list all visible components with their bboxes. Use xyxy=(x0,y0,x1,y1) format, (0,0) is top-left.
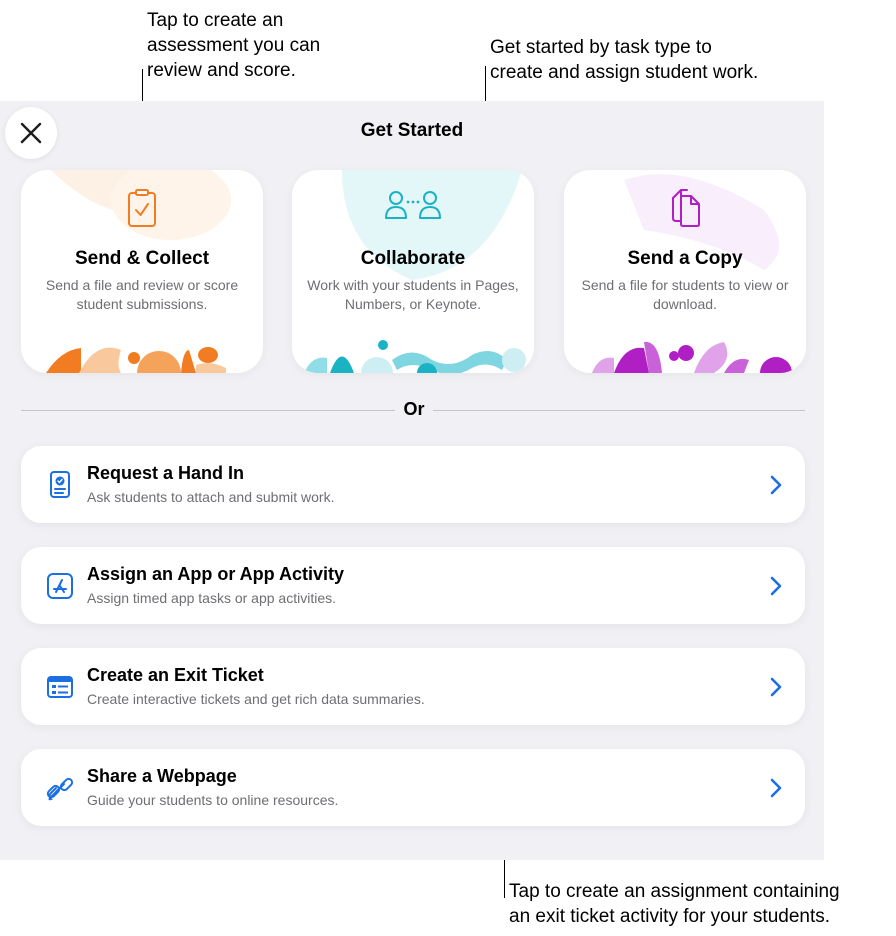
row-subtitle: Create interactive tickets and get rich … xyxy=(87,691,425,707)
send-collect-card[interactable]: Send & Collect Send a file and review or… xyxy=(21,170,263,373)
card-title: Send & Collect xyxy=(74,248,210,269)
card-description: Send a file for students to view or down… xyxy=(581,277,789,312)
or-label: Or xyxy=(403,399,425,419)
send-a-copy-card[interactable]: Send a Copy Send a file for students to … xyxy=(564,170,806,373)
request-hand-in-row[interactable]: Request a Hand In Ask students to attach… xyxy=(21,446,805,523)
app-store-icon xyxy=(47,573,73,599)
checkbox-document-icon xyxy=(128,189,156,227)
share-webpage-row[interactable]: Share a Webpage Guide your students to o… xyxy=(21,749,805,826)
panel-title: Get Started xyxy=(360,120,464,141)
copy-documents-icon xyxy=(672,189,700,227)
assign-app-row[interactable]: Assign an App or App Activity Assign tim… xyxy=(21,547,805,624)
collaborate-card[interactable]: Collaborate Work with your students in P… xyxy=(292,170,534,373)
hand-in-document-icon xyxy=(50,471,70,498)
link-icon xyxy=(46,777,74,801)
callout-exit-ticket: Tap to create an assignment containing a… xyxy=(509,881,840,927)
divider-right xyxy=(433,410,805,411)
get-started-panel: Get Started Send & Collect Send a file a… xyxy=(0,101,824,860)
chevron-right-icon xyxy=(770,778,782,798)
card-title: Send a Copy xyxy=(627,248,743,269)
row-subtitle: Assign timed app tasks or app activities… xyxy=(87,590,337,606)
chevron-right-icon xyxy=(770,677,782,697)
callout-get-started: Get started by task type to create and a… xyxy=(490,37,759,83)
row-title: Share a Webpage xyxy=(87,766,237,786)
chevron-right-icon xyxy=(770,576,782,596)
divider-left xyxy=(21,410,395,411)
card-description: Work with your students in Pages, Number… xyxy=(307,277,519,312)
card-description: Send a file and review or score student … xyxy=(45,277,239,312)
row-subtitle: Ask students to attach and submit work. xyxy=(87,489,335,505)
row-title: Create an Exit Ticket xyxy=(87,665,264,685)
create-exit-ticket-row[interactable]: Create an Exit Ticket Create interactive… xyxy=(21,648,805,725)
card-title: Collaborate xyxy=(360,248,466,269)
people-icon xyxy=(385,191,441,219)
callout-send-collect: Tap to create an assessment you can revi… xyxy=(147,10,321,81)
chevron-right-icon xyxy=(770,475,782,495)
row-title: Assign an App or App Activity xyxy=(87,564,345,584)
row-title: Request a Hand In xyxy=(87,463,245,483)
row-subtitle: Guide your students to online resources. xyxy=(87,792,339,808)
exit-ticket-icon xyxy=(47,676,73,698)
